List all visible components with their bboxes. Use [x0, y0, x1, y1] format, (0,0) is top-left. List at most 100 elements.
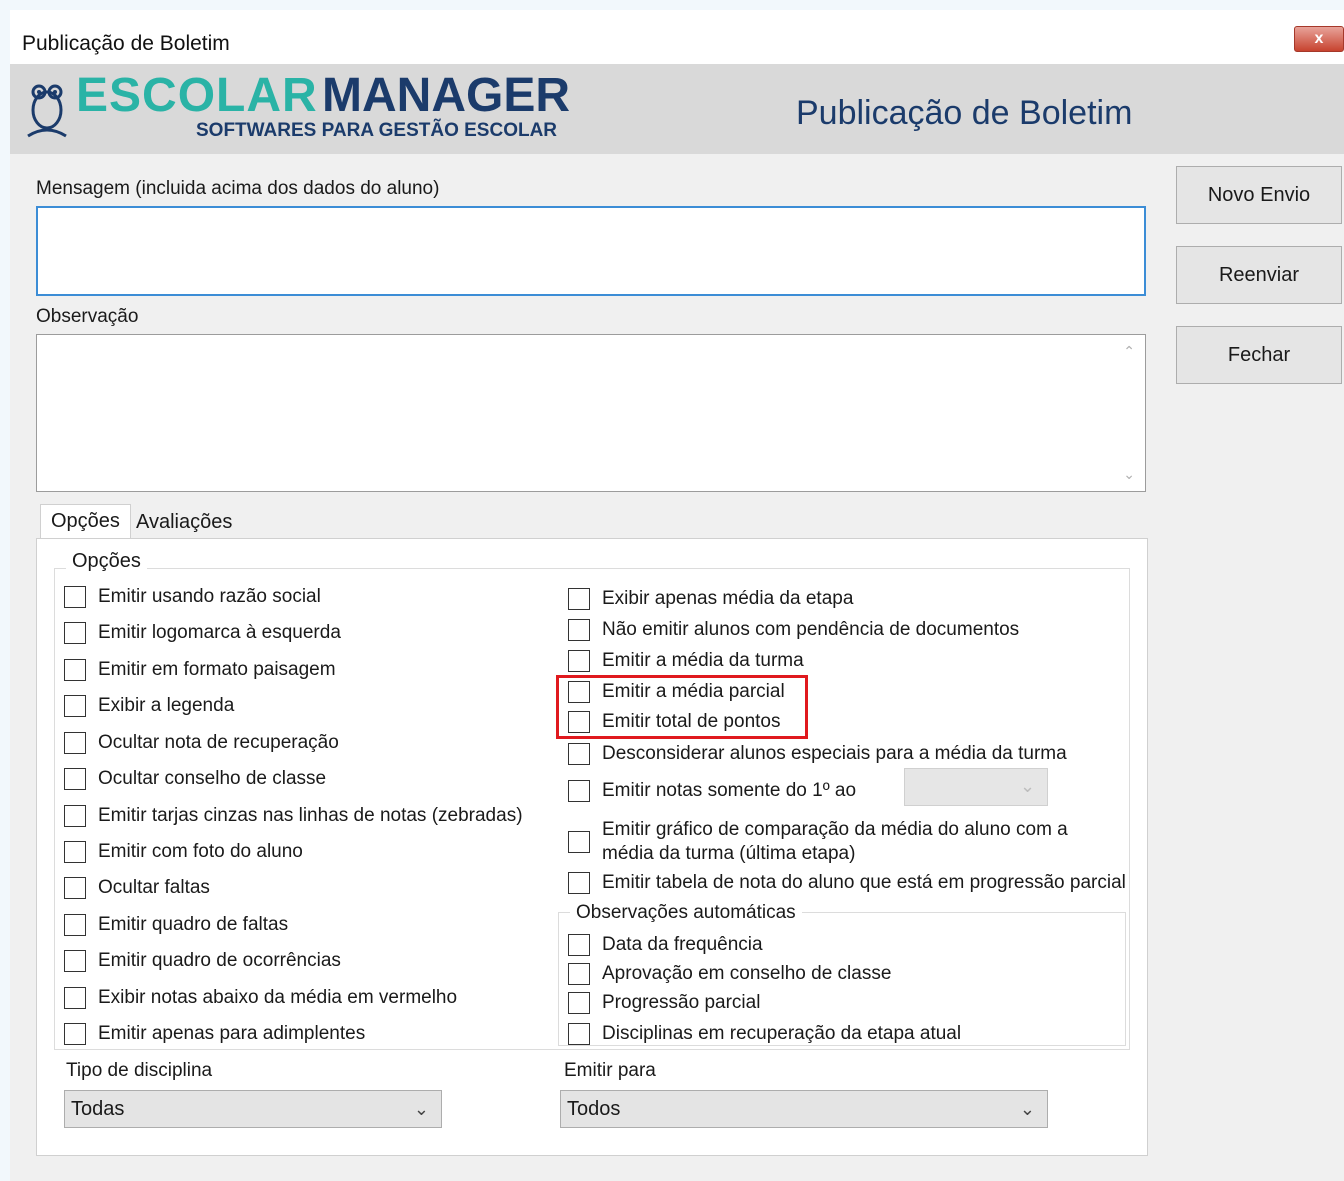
observation-input[interactable]: ⌃ ⌄: [36, 334, 1146, 492]
option-checkbox[interactable]: Não emitir alunos com pendência de docum…: [568, 617, 1019, 643]
checkbox-box[interactable]: [64, 841, 86, 863]
option-label: Emitir apenas para adimplentes: [98, 1023, 366, 1044]
checkbox-box[interactable]: [568, 780, 590, 802]
header-title: Publicação de Boletim: [796, 94, 1133, 132]
checkbox-box[interactable]: [64, 659, 86, 681]
checkbox-box[interactable]: [64, 1023, 86, 1045]
option-checkbox[interactable]: Ocultar nota de recuperação: [64, 730, 339, 756]
option-label: Emitir em formato paisagem: [98, 659, 336, 680]
emit-for-select[interactable]: Todos ⌄: [560, 1090, 1048, 1128]
option-checkbox[interactable]: Emitir tabela de nota do aluno que está …: [568, 870, 1126, 896]
new-send-button[interactable]: Novo Envio: [1176, 166, 1342, 224]
escolar-manager-logo: ESCOLAR MANAGER SOFTWARES PARA GESTÃO ES…: [22, 68, 570, 148]
option-checkbox[interactable]: Desconsiderar alunos especiais para a mé…: [568, 741, 1067, 767]
option-checkbox[interactable]: Emitir logomarca à esquerda: [64, 620, 341, 646]
discipline-type-label: Tipo de disciplina: [66, 1060, 213, 1081]
scroll-up-icon[interactable]: ⌃: [1123, 343, 1135, 360]
option-label: Emitir logomarca à esquerda: [98, 622, 341, 643]
option-label: Emitir gráfico de comparação da média do…: [602, 818, 1068, 866]
checkbox-box[interactable]: [568, 934, 590, 956]
option-checkbox[interactable]: Exibir notas abaixo da média em vermelho: [64, 985, 457, 1011]
checkbox-box[interactable]: [64, 695, 86, 717]
option-label: Progressão parcial: [602, 992, 761, 1013]
option-label: Emitir tabela de nota do aluno que está …: [602, 872, 1126, 893]
option-label: Não emitir alunos com pendência de docum…: [602, 619, 1020, 640]
checkbox-box[interactable]: [568, 588, 590, 610]
chevron-down-icon: ⌄: [1020, 776, 1036, 796]
observation-label: Observação: [36, 306, 139, 327]
checkbox-box[interactable]: [64, 805, 86, 827]
tab-avaliacoes[interactable]: Avaliações: [126, 506, 242, 540]
option-checkbox[interactable]: Exibir apenas média da etapa: [568, 586, 853, 612]
checkbox-box[interactable]: [568, 992, 590, 1014]
option-label: Ocultar faltas: [98, 877, 210, 898]
brand-escolar: ESCOLAR: [76, 69, 318, 122]
option-label: Disciplinas em recuperação da etapa atua…: [602, 1023, 962, 1044]
checkbox-box[interactable]: [64, 950, 86, 972]
option-label: Desconsiderar alunos especiais para a mé…: [602, 743, 1067, 764]
tab-opcoes[interactable]: Opções: [40, 504, 131, 538]
checkbox-box[interactable]: [64, 768, 86, 790]
checkbox-box[interactable]: [64, 586, 86, 608]
checkbox-box[interactable]: [568, 963, 590, 985]
option-label: Emitir notas somente do 1º ao: [602, 780, 857, 801]
option-checkbox[interactable]: Ocultar faltas: [64, 875, 210, 901]
option-checkbox[interactable]: Emitir gráfico de comparação da média do…: [568, 816, 1068, 868]
owl-logo-icon: [27, 84, 67, 138]
option-label: Emitir quadro de ocorrências: [98, 950, 341, 971]
auto-obs-checkbox[interactable]: Data da frequência: [568, 932, 763, 958]
option-label-line2: média da turma (última etapa): [602, 843, 856, 864]
options-group-title: Opções: [66, 550, 147, 573]
checkbox-box[interactable]: [64, 877, 86, 899]
option-label: Data da frequência: [602, 934, 763, 955]
option-checkbox[interactable]: Emitir tarjas cinzas nas linhas de notas…: [64, 803, 523, 829]
option-checkbox[interactable]: Emitir notas somente do 1º ao: [568, 778, 856, 804]
checkbox-box[interactable]: [568, 650, 590, 672]
option-checkbox[interactable]: Ocultar conselho de classe: [64, 766, 326, 792]
auto-obs-checkbox[interactable]: Progressão parcial: [568, 990, 760, 1016]
checkbox-box[interactable]: [568, 743, 590, 765]
auto-obs-checkbox[interactable]: Aprovação em conselho de classe: [568, 961, 891, 987]
message-input[interactable]: [36, 206, 1146, 296]
resend-button[interactable]: Reenviar: [1176, 246, 1342, 304]
checkbox-box[interactable]: [64, 914, 86, 936]
checkbox-box[interactable]: [64, 987, 86, 1009]
checkbox-box[interactable]: [568, 619, 590, 641]
title-bar: Publicação de Boletim x: [10, 10, 1344, 64]
auto-observations-title: Observações automáticas: [570, 902, 802, 924]
option-label: Aprovação em conselho de classe: [602, 963, 892, 984]
option-checkbox[interactable]: Emitir apenas para adimplentes: [64, 1021, 365, 1047]
highlight-box: [556, 675, 808, 739]
option-label: Exibir apenas média da etapa: [602, 588, 854, 609]
discipline-type-select[interactable]: Todas ⌄: [64, 1090, 442, 1128]
close-button[interactable]: Fechar: [1176, 326, 1342, 384]
option-label: Emitir quadro de faltas: [98, 914, 289, 935]
option-checkbox[interactable]: Emitir quadro de ocorrências: [64, 948, 341, 974]
option-checkbox[interactable]: Emitir com foto do aluno: [64, 839, 303, 865]
option-checkbox[interactable]: Emitir usando razão social: [64, 584, 321, 610]
window-title: Publicação de Boletim: [22, 32, 230, 55]
auto-obs-checkbox[interactable]: Disciplinas em recuperação da etapa atua…: [568, 1021, 961, 1047]
scroll-down-icon[interactable]: ⌄: [1123, 466, 1135, 483]
close-window-button[interactable]: x: [1294, 26, 1344, 52]
option-checkbox[interactable]: Exibir a legenda: [64, 693, 234, 719]
message-label: Mensagem (incluida acima dos dados do al…: [36, 178, 440, 199]
checkbox-box[interactable]: [568, 872, 590, 894]
checkbox-box[interactable]: [568, 831, 590, 853]
discipline-type-value: Todas: [71, 1098, 125, 1120]
option-label: Emitir tarjas cinzas nas linhas de notas…: [98, 805, 523, 826]
checkbox-box[interactable]: [568, 1023, 590, 1045]
checkbox-box[interactable]: [64, 732, 86, 754]
option-checkbox[interactable]: Emitir em formato paisagem: [64, 657, 336, 683]
brand-manager: MANAGER: [322, 69, 570, 122]
option-label-line1: Emitir gráfico de comparação da média do…: [602, 819, 1068, 840]
option-checkbox[interactable]: Emitir quadro de faltas: [64, 912, 288, 938]
option-checkbox[interactable]: Emitir a média da turma: [568, 648, 804, 674]
option-label: Ocultar nota de recuperação: [98, 732, 339, 753]
option-label: Exibir a legenda: [98, 695, 235, 716]
brand-slogan: SOFTWARES PARA GESTÃO ESCOLAR: [196, 120, 558, 141]
option-label: Emitir com foto do aluno: [98, 841, 303, 862]
checkbox-box[interactable]: [64, 622, 86, 644]
dialog-window: Publicação de Boletim x ESCOLAR MANAGER …: [10, 10, 1344, 1181]
option-label: Ocultar conselho de classe: [98, 768, 327, 789]
